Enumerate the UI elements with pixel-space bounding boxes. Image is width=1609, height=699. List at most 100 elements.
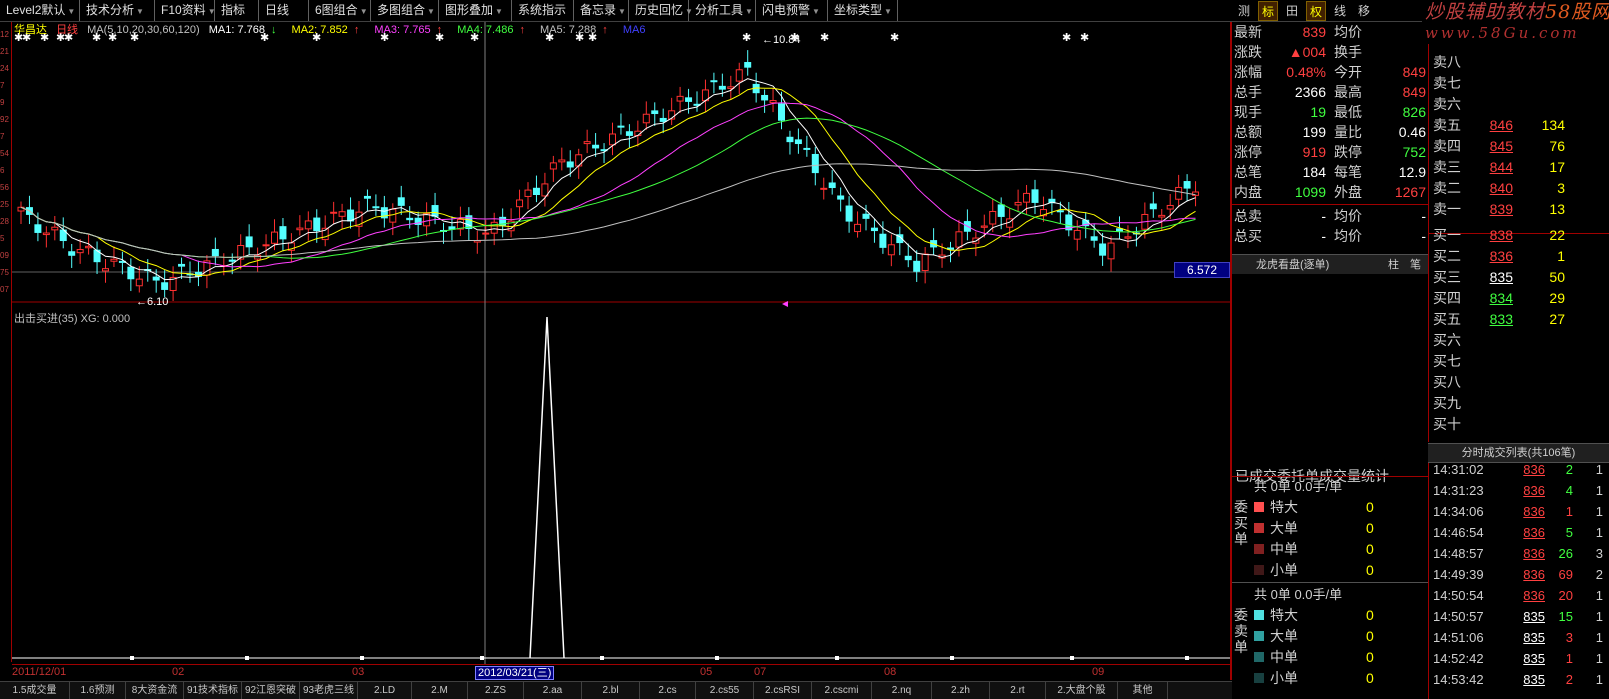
ask-volume: 76 bbox=[1549, 138, 1565, 154]
quote-value: 0.48% bbox=[1286, 64, 1326, 80]
bid-volume: 22 bbox=[1549, 227, 1565, 243]
candle-body bbox=[837, 195, 845, 200]
quote-label: 最低 bbox=[1334, 104, 1362, 120]
stats-row: 特大 0 bbox=[1254, 497, 1424, 517]
ma5-value: MA5: 7.288 ↑ bbox=[540, 24, 608, 36]
ask-row[interactable]: 卖二 840 3 bbox=[1429, 178, 1609, 199]
bid-row[interactable]: 买十 bbox=[1429, 414, 1609, 435]
trade-row: 14:31:23 836 4 1 bbox=[1429, 480, 1609, 501]
toolbar-button-12[interactable]: 闪电预警 ▼ bbox=[756, 0, 828, 21]
indicator-tab-5[interactable]: 93老虎三线 bbox=[300, 682, 358, 699]
indicator-tab-8[interactable]: 2.ZS bbox=[468, 682, 524, 699]
view-tab-5[interactable]: 移 bbox=[1354, 1, 1374, 21]
view-tab-0[interactable]: 测 bbox=[1234, 1, 1254, 21]
view-tab-2[interactable]: 田 bbox=[1282, 1, 1302, 21]
ask-row[interactable]: 卖八 bbox=[1429, 52, 1609, 73]
indicator-tab-10[interactable]: 2.bl bbox=[582, 682, 640, 699]
ask-row[interactable]: 卖三 844 17 bbox=[1429, 157, 1609, 178]
indicator-tab-2[interactable]: 8大资金流 bbox=[126, 682, 184, 699]
indicator-tab-3[interactable]: 91技术指标 bbox=[184, 682, 242, 699]
candle-body bbox=[347, 209, 355, 222]
view-tab-3[interactable]: 权 bbox=[1306, 1, 1326, 21]
stock-name[interactable]: 华昌达 bbox=[14, 24, 47, 36]
indicator-tab-14[interactable]: 2.cscmi bbox=[812, 682, 872, 699]
candle-body bbox=[245, 236, 253, 248]
toolbar-button-3[interactable]: 指标 bbox=[215, 0, 259, 21]
indicator-name[interactable]: 出击买进(35) bbox=[14, 313, 78, 325]
toolbar-button-0[interactable]: Level2默认 ▼ bbox=[0, 0, 80, 21]
ma3-text: MA3: 7.765 bbox=[374, 24, 431, 36]
indicator-tab-11[interactable]: 2.cs bbox=[640, 682, 696, 699]
quote-row: 总手 2366 最高 849 bbox=[1232, 82, 1428, 102]
toolbar-button-label: 6图组合 bbox=[315, 3, 358, 17]
signal-star-icon: ✱ bbox=[820, 32, 829, 44]
ask-row[interactable]: 卖六 bbox=[1429, 94, 1609, 115]
quote-label: 最新 bbox=[1234, 24, 1262, 40]
stats-label: 小单 bbox=[1270, 670, 1298, 686]
indicator-tab-17[interactable]: 2.rt bbox=[990, 682, 1046, 699]
indicator-tab-15[interactable]: 2.nq bbox=[872, 682, 932, 699]
trade-list-header[interactable]: 分时成交列表(共106笔) bbox=[1428, 443, 1609, 463]
bid-row[interactable]: 买五 833 27 bbox=[1429, 309, 1609, 330]
candle-body bbox=[811, 153, 819, 174]
bid-row[interactable]: 买一 838 22 bbox=[1429, 225, 1609, 246]
lhb-tab-ticks[interactable]: 笔 bbox=[1410, 255, 1421, 275]
ask-row[interactable]: 卖四 845 76 bbox=[1429, 136, 1609, 157]
indicator-tab-16[interactable]: 2.zh bbox=[932, 682, 990, 699]
bid-row[interactable]: 买六 bbox=[1429, 330, 1609, 351]
brand-title: 炒股辅助教材58股网 bbox=[1425, 0, 1609, 24]
quote-divider bbox=[1232, 204, 1428, 205]
bid-row[interactable]: 买九 bbox=[1429, 393, 1609, 414]
trade-list[interactable]: 14:31:02 836 2 1 14:31:23 836 4 1 14:34:06 836 1 1 1… bbox=[1428, 463, 1609, 699]
trade-volume: 5 bbox=[1565, 525, 1573, 540]
trade-price: 836 bbox=[1523, 504, 1545, 519]
toolbar-button-6[interactable]: 多图组合 ▼ bbox=[371, 0, 439, 21]
indicator-tab-1[interactable]: 1.6预测 bbox=[70, 682, 126, 699]
toolbar-button-10[interactable]: 历史回忆 ▼ bbox=[629, 0, 693, 21]
toolbar-button-8[interactable]: 系统指示 bbox=[512, 0, 574, 21]
indicator-tab-7[interactable]: 2.M bbox=[412, 682, 468, 699]
indicator-tab-4[interactable]: 92江恩突破 bbox=[242, 682, 300, 699]
indicator-tab-19[interactable]: 其他 bbox=[1118, 682, 1168, 699]
toolbar-button-1[interactable]: 技术分析 ▼ bbox=[80, 0, 155, 21]
toolbar-button-9[interactable]: 备忘录 ▼ bbox=[574, 0, 629, 21]
indicator-tab-12[interactable]: 2.cs55 bbox=[696, 682, 754, 699]
bid-label: 买五 bbox=[1433, 311, 1461, 327]
indicator-tab-9[interactable]: 2.aa bbox=[524, 682, 582, 699]
kline-chart[interactable]: ✱✱ ✱ ✱✱ ✱ ✱ ✱ ✱ ✱ ✱ ✱ ✱ ✱ ✱ ✱ ✱ ✱ ✱ ✱ ✱ ✱←10.84←6.10 bbox=[0, 22, 1230, 680]
low-price-label: ←6.10 bbox=[136, 296, 168, 308]
toolbar-button-4[interactable]: 日线 bbox=[259, 0, 309, 21]
quote-label: 今开 bbox=[1334, 64, 1362, 80]
ask-row[interactable]: 卖一 839 13 bbox=[1429, 199, 1609, 220]
trade-row: 14:50:54 836 20 1 bbox=[1429, 585, 1609, 606]
candle-body bbox=[887, 244, 895, 256]
bid-row[interactable]: 买三 835 50 bbox=[1429, 267, 1609, 288]
date-axis-label: 05 bbox=[700, 666, 713, 678]
quote-label: 涨跌 bbox=[1234, 44, 1262, 60]
toolbar-button-2[interactable]: F10资料 ▼ bbox=[155, 0, 216, 21]
ask-row[interactable]: 卖五 846 134 bbox=[1429, 115, 1609, 136]
bid-row[interactable]: 买四 834 29 bbox=[1429, 288, 1609, 309]
toolbar-button-7[interactable]: 图形叠加 ▼ bbox=[439, 0, 512, 21]
indicator-tab-18[interactable]: 2.大盘个股 bbox=[1046, 682, 1118, 699]
period-label[interactable]: 日线 bbox=[56, 24, 78, 36]
trade-time: 14:48:57 bbox=[1433, 546, 1484, 561]
toolbar-button-5[interactable]: 6图组合 ▼ bbox=[309, 0, 371, 21]
chart-area[interactable]: ✱ ✱ ✱ ✱ ✱ ✱ ✱ ✱ ✱ ✱ ✱ ✱ ✱ ✱ ✱ ✱ ✱ ✱ ✱ ✱ ✱ ✱ ←10.84 ←6.10 bbox=[0, 22, 1232, 680]
bid-row[interactable]: 买七 bbox=[1429, 351, 1609, 372]
toolbar-button-13[interactable]: 坐标类型 ▼ bbox=[828, 0, 898, 21]
view-tab-4[interactable]: 线 bbox=[1330, 1, 1350, 21]
bid-row[interactable]: 买二 836 1 bbox=[1429, 246, 1609, 267]
ask-volume: 3 bbox=[1557, 180, 1565, 196]
bid-row[interactable]: 买八 bbox=[1429, 372, 1609, 393]
indicator-tab-6[interactable]: 2.LD bbox=[358, 682, 412, 699]
indicator-tab-13[interactable]: 2.csRSI bbox=[754, 682, 812, 699]
toolbar-button-11[interactable]: 分析工具 ▼ bbox=[689, 0, 756, 21]
view-tab-1[interactable]: 标 bbox=[1258, 1, 1278, 21]
quote-row: 现手 19 最低 826 bbox=[1232, 102, 1428, 122]
ask-price: 845 bbox=[1489, 138, 1513, 154]
indicator-tab-0[interactable]: 1.5成交量 bbox=[0, 682, 70, 699]
ask-row[interactable]: 卖七 bbox=[1429, 73, 1609, 94]
lhb-tab-bar-chart[interactable]: 柱 bbox=[1388, 255, 1399, 275]
lhb-tab[interactable]: 龙虎看盘(逐单) bbox=[1256, 255, 1329, 275]
